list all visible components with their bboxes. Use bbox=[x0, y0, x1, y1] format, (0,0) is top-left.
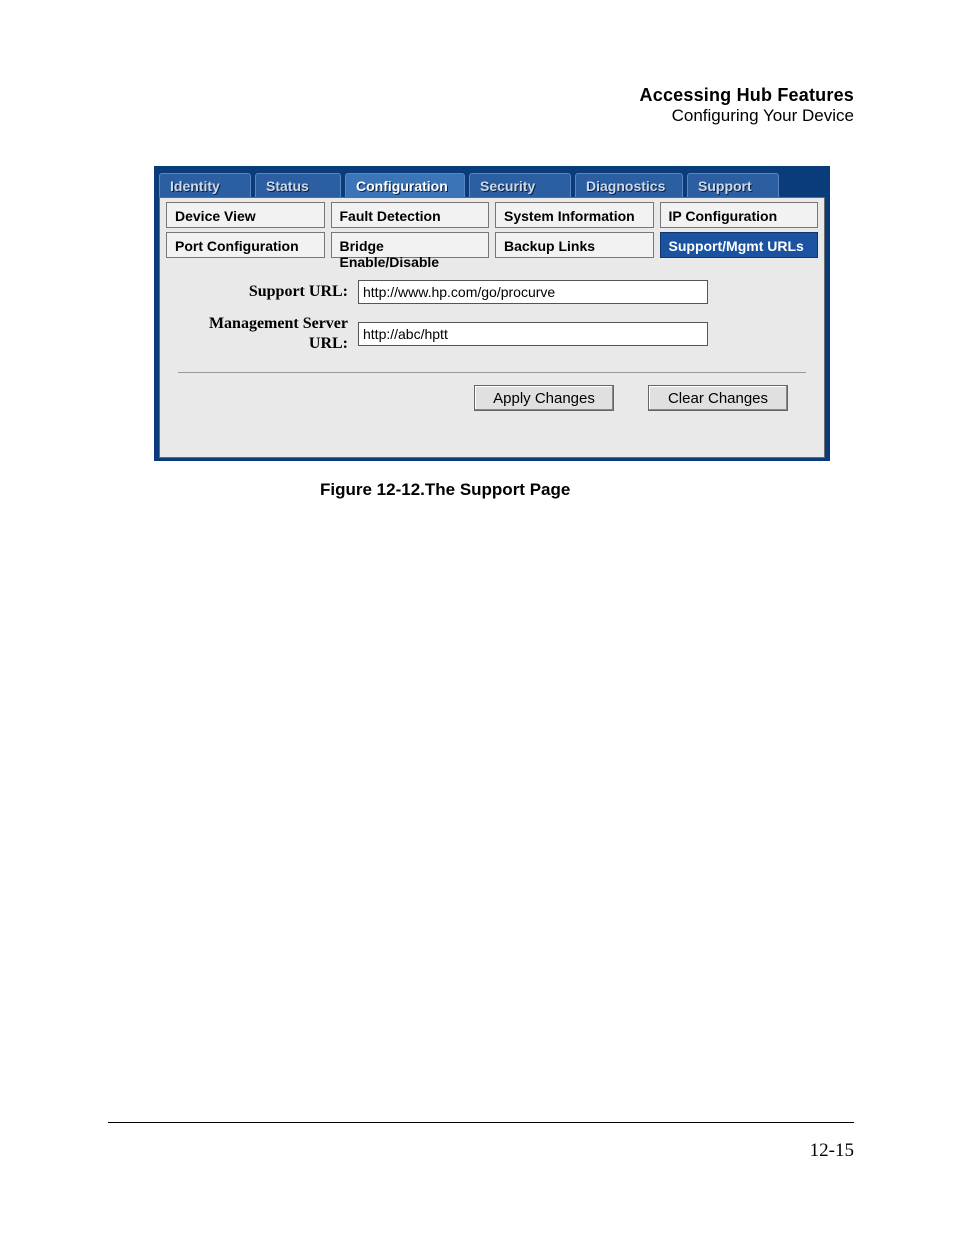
mgmt-server-url-label: Management Server URL: bbox=[178, 314, 358, 354]
header-subtitle: Configuring Your Device bbox=[640, 106, 854, 126]
subtab-system-information[interactable]: System Information bbox=[495, 202, 654, 228]
tab-security[interactable]: Security bbox=[469, 173, 571, 197]
config-panel: Device View Fault Detection System Infor… bbox=[159, 197, 825, 458]
subtab-row-2: Port Configuration Bridge Enable/Disable… bbox=[166, 232, 818, 258]
tab-diagnostics[interactable]: Diagnostics bbox=[575, 173, 683, 197]
subtab-backup-links[interactable]: Backup Links bbox=[495, 232, 654, 258]
header-title: Accessing Hub Features bbox=[640, 85, 854, 106]
support-url-input[interactable] bbox=[358, 280, 708, 304]
footer-rule bbox=[108, 1122, 854, 1123]
mgmt-server-url-row: Management Server URL: bbox=[178, 314, 806, 354]
page-header: Accessing Hub Features Configuring Your … bbox=[640, 85, 854, 126]
tab-status[interactable]: Status bbox=[255, 173, 341, 197]
support-url-label: Support URL: bbox=[178, 283, 358, 301]
subtab-fault-detection[interactable]: Fault Detection bbox=[331, 202, 490, 228]
page-number: 12-15 bbox=[810, 1140, 854, 1162]
subtab-ip-configuration[interactable]: IP Configuration bbox=[660, 202, 819, 228]
support-page-screenshot: Identity Status Configuration Security D… bbox=[154, 166, 830, 461]
button-bar: Apply Changes Clear Changes bbox=[178, 372, 806, 411]
document-page: Accessing Hub Features Configuring Your … bbox=[0, 0, 954, 1235]
tab-configuration[interactable]: Configuration bbox=[345, 173, 465, 197]
tab-support[interactable]: Support bbox=[687, 173, 779, 197]
tab-identity[interactable]: Identity bbox=[159, 173, 251, 197]
support-url-row: Support URL: bbox=[178, 280, 806, 304]
subtab-device-view[interactable]: Device View bbox=[166, 202, 325, 228]
subtab-bridge-enable-disable[interactable]: Bridge Enable/Disable bbox=[331, 232, 490, 258]
clear-changes-button[interactable]: Clear Changes bbox=[648, 385, 788, 411]
mgmt-server-url-input[interactable] bbox=[358, 322, 708, 346]
subtab-port-configuration[interactable]: Port Configuration bbox=[166, 232, 325, 258]
main-tab-bar: Identity Status Configuration Security D… bbox=[157, 169, 827, 197]
url-form: Support URL: Management Server URL: Appl… bbox=[160, 262, 824, 411]
subtab-container: Device View Fault Detection System Infor… bbox=[160, 198, 824, 258]
apply-changes-button[interactable]: Apply Changes bbox=[474, 385, 614, 411]
subtab-row-1: Device View Fault Detection System Infor… bbox=[166, 202, 818, 228]
subtab-support-mgmt-urls[interactable]: Support/Mgmt URLs bbox=[660, 232, 819, 258]
figure-caption: Figure 12-12.The Support Page bbox=[320, 480, 570, 500]
